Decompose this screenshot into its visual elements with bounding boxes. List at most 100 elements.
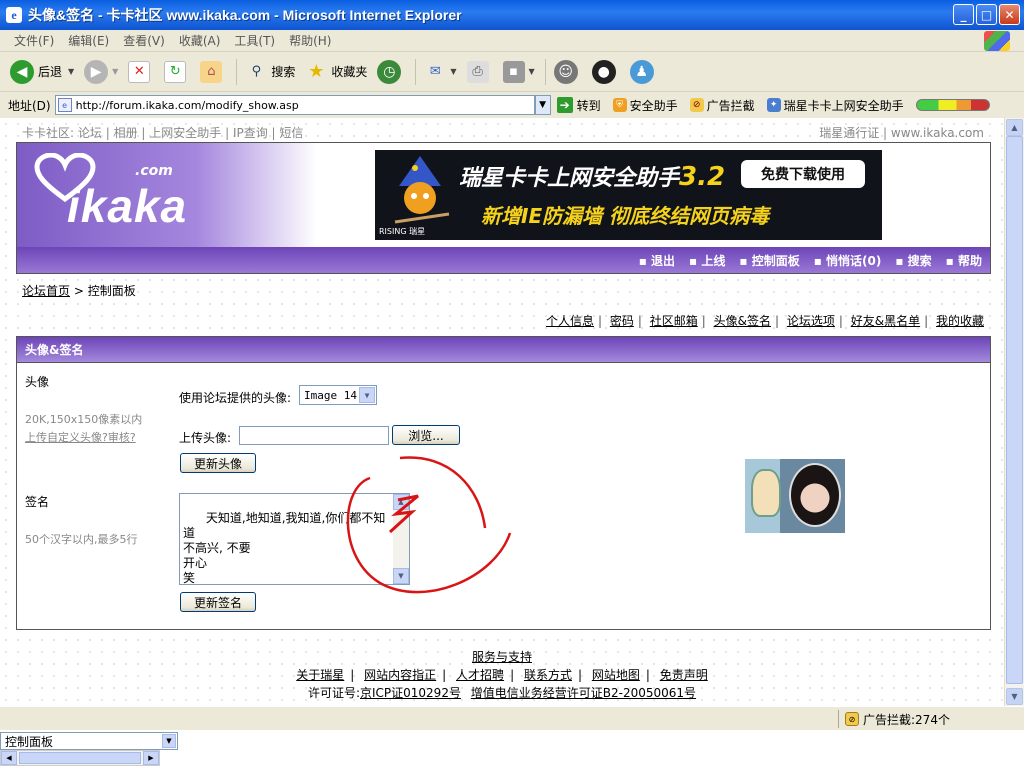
maximize-button[interactable]: □ — [976, 4, 997, 25]
nav-whispers[interactable]: ▪ 悄悄话(0) — [814, 252, 882, 269]
link-rising-kaka[interactable]: ✦ 瑞星卡卡上网安全助手 — [766, 97, 904, 114]
top-nav-forum[interactable]: 论坛 — [78, 126, 102, 140]
kaka-button[interactable]: ☺ — [553, 59, 582, 84]
back-button[interactable]: ◀ 后退 ▼ — [10, 59, 74, 84]
ad-block-status[interactable]: ⊘ 广告拦截:274个 — [838, 710, 950, 728]
search-label: 搜索 — [271, 65, 296, 79]
scroll-left-icon[interactable]: ◀ — [1, 751, 17, 765]
scroll-up-icon[interactable]: ▲ — [393, 494, 409, 510]
top-nav-messages[interactable]: 短信 — [279, 126, 303, 140]
subnav-avatar-signature[interactable]: 头像&签名 — [714, 314, 771, 328]
service-support-link[interactable]: 服务与支持 — [472, 650, 532, 664]
windows-logo-icon — [984, 31, 1010, 51]
close-button[interactable]: ✕ — [999, 4, 1020, 25]
search-button[interactable]: ⚲ 搜索 — [245, 61, 296, 83]
scroll-down-icon[interactable]: ▼ — [1006, 688, 1023, 705]
scroll-up-icon[interactable]: ▲ — [1006, 119, 1023, 136]
scroll-thumb[interactable] — [1006, 136, 1023, 684]
top-nav-album[interactable]: 相册 — [114, 126, 138, 140]
scroll-down-icon[interactable]: ▼ — [393, 568, 409, 584]
address-input[interactable]: e http://forum.ikaka.com/modify_show.asp — [54, 95, 535, 115]
minimize-button[interactable]: _ — [953, 4, 974, 25]
forward-button[interactable]: ▶ ▼ — [84, 59, 118, 84]
top-nav-assistant[interactable]: 上网安全助手 — [149, 126, 221, 140]
browse-button[interactable]: 浏览... — [392, 425, 460, 445]
menu-favorites[interactable]: 收藏(A) — [179, 32, 221, 49]
subnav-mailbox[interactable]: 社区邮箱 — [650, 314, 698, 328]
nav-online[interactable]: ▪ 上线 — [689, 252, 725, 269]
go-button[interactable]: ➔ 转到 — [556, 97, 601, 114]
address-url: http://forum.ikaka.com/modify_show.asp — [75, 98, 299, 112]
menu-view[interactable]: 查看(V) — [123, 32, 165, 49]
menu-help[interactable]: 帮助(H) — [289, 32, 331, 49]
star-icon: ★ — [308, 61, 325, 82]
ie-icon: e — [6, 7, 22, 23]
menu-file[interactable]: 文件(F) — [14, 32, 54, 49]
avatar-signature-panel: 头像&签名 头像 20K,150x150像素以内 上传自定义头像?审核? 使用论… — [16, 336, 991, 630]
link-ad-block[interactable]: ⊘ 广告拦截 — [689, 97, 755, 114]
nav-help[interactable]: ▪ 帮助 — [946, 252, 982, 269]
nav-control-panel[interactable]: ▪ 控制面板 — [739, 252, 799, 269]
free-download-button[interactable]: 免费下载使用 — [741, 160, 865, 188]
subnav-profile[interactable]: 个人信息 — [546, 314, 594, 328]
forward-dropdown-icon[interactable]: ▼ — [112, 67, 118, 76]
update-avatar-button[interactable]: 更新头像 — [180, 453, 256, 473]
breadcrumb-home[interactable]: 论坛首页 — [22, 284, 70, 298]
mail-dropdown-icon[interactable]: ▼ — [450, 67, 456, 76]
address-dropdown-icon[interactable]: ▼ — [534, 95, 551, 115]
subnav-favorites[interactable]: 我的收藏 — [936, 314, 984, 328]
horizontal-scrollbar[interactable]: ◀ ▶ — [0, 750, 160, 766]
menu-tools[interactable]: 工具(T) — [234, 32, 275, 49]
scroll-thumb[interactable] — [19, 752, 141, 764]
messenger-button[interactable]: ♟ — [629, 59, 658, 84]
edit-dropdown-icon[interactable]: ▼ — [529, 67, 535, 76]
back-dropdown-icon[interactable]: ▼ — [68, 67, 74, 76]
footer-disclaimer[interactable]: 免责声明 — [660, 668, 708, 682]
subnav-password[interactable]: 密码 — [610, 314, 634, 328]
print-button[interactable]: ⎙ — [466, 60, 493, 83]
footer-about[interactable]: 关于瑞星 — [296, 668, 344, 682]
history-button[interactable]: ◷ — [377, 59, 405, 84]
license-prefix: 许可证号: — [307, 686, 360, 700]
top-nav-ip-query[interactable]: IP查询 — [233, 126, 268, 140]
favorites-button[interactable]: ★ 收藏夹 — [305, 61, 367, 83]
chevron-down-icon[interactable]: ▼ — [359, 387, 375, 403]
upload-avatar-input[interactable] — [239, 426, 389, 445]
ad-banner[interactable]: 瑞星卡卡上网安全助手3.2 免费下载使用 新增IE防漏墙 彻底终结网页病毒 RI… — [375, 150, 882, 240]
subnav-forum-options[interactable]: 论坛选项 — [787, 314, 835, 328]
footer-jobs[interactable]: 人才招聘 — [456, 668, 504, 682]
refresh-button[interactable]: ↻ — [164, 60, 190, 83]
nav-logout[interactable]: ▪ 退出 — [639, 252, 675, 269]
top-nav: 卡卡社区: 论坛 | 相册 | 上网安全助手 | IP查询 | 短信 — [22, 126, 304, 140]
toolbar: ◀ 后退 ▼ ▶ ▼ ✕ ↻ ⌂ ⚲ 搜索 ★ 收藏夹 ◷ ✉ ▼ ⎙ ▪ ▼ … — [0, 52, 1024, 92]
home-button[interactable]: ⌂ — [200, 60, 226, 83]
stop-button[interactable]: ✕ — [128, 60, 154, 83]
nav-search[interactable]: ▪ 搜索 — [895, 252, 931, 269]
telecom-license-link[interactable]: 增值电信业务经营许可证B2-20050061号 — [471, 686, 696, 700]
edit-button[interactable]: ▪ ▼ — [502, 60, 535, 83]
qq-button[interactable]: ● — [591, 59, 620, 84]
avatar-cartoon — [751, 469, 781, 517]
mail-button[interactable]: ✉ ▼ — [424, 61, 457, 83]
tree-select-value: 控制面板 — [5, 734, 54, 749]
link-security-assistant[interactable]: ⛨ 安全助手 — [612, 97, 678, 114]
subnav-friends-blacklist[interactable]: 好友&黑名单 — [851, 314, 920, 328]
chevron-down-icon[interactable]: ▼ — [162, 734, 176, 748]
footer-content-correction[interactable]: 网站内容指正 — [364, 668, 436, 682]
site-header: .com ikaka 瑞星卡卡上网安全助手3.2 免费下载使用 新增IE防漏墙 … — [16, 142, 991, 274]
ikaka-site-link[interactable]: www.ikaka.com — [891, 126, 984, 140]
footer-sitemap[interactable]: 网站地图 — [592, 668, 640, 682]
signature-textarea[interactable]: 天知道,地知道,我知道,你们都不知道 不高兴, 不要 开心 笑 ▲ ▼ — [179, 493, 410, 585]
icp-license-link[interactable]: 京ICP证010292号 — [360, 686, 461, 700]
update-signature-button[interactable]: 更新签名 — [180, 592, 256, 612]
vertical-scrollbar[interactable]: ▲ ▼ — [1004, 118, 1024, 706]
logo[interactable]: .com ikaka — [17, 143, 317, 247]
footer-contact[interactable]: 联系方式 — [524, 668, 572, 682]
forum-avatar-select[interactable]: Image 14 ▼ — [299, 385, 377, 405]
menu-edit[interactable]: 编辑(E) — [68, 32, 109, 49]
custom-avatar-link[interactable]: 上传自定义头像?审核? — [25, 429, 136, 445]
textarea-scrollbar[interactable]: ▲ ▼ — [393, 494, 409, 584]
tree-select[interactable]: 控制面板 ▼ — [0, 732, 178, 750]
scroll-right-icon[interactable]: ▶ — [143, 751, 159, 765]
rising-passport-link[interactable]: 瑞星通行证 — [819, 126, 879, 140]
